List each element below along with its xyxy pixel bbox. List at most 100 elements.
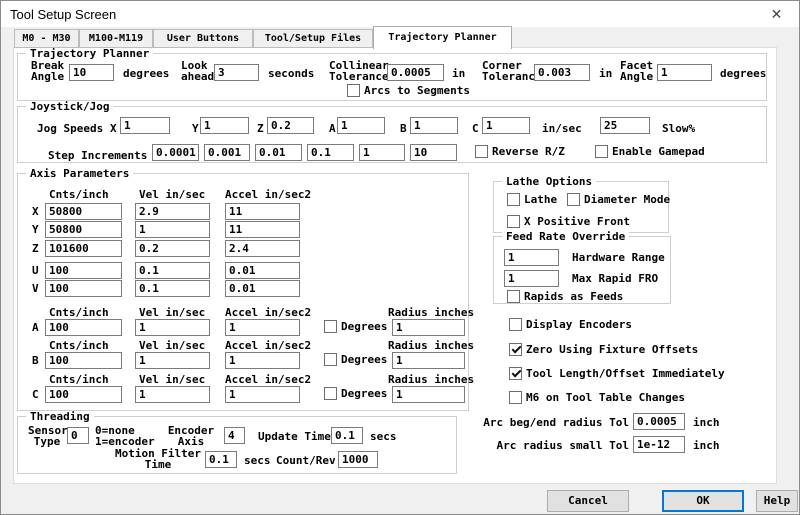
c-degrees-row: Degrees [324,387,387,400]
collinear-tolerance-label: Collinear Tolerance [329,59,389,83]
display-encoders-checkbox[interactable] [509,318,522,331]
x-accel-input[interactable] [225,203,300,220]
b-accel-input[interactable] [225,352,300,369]
encoder-axis-input[interactable] [224,427,245,444]
c-degrees-label: Degrees [341,387,388,400]
u-cnts-input[interactable] [45,262,122,279]
y-accel-input[interactable] [225,221,300,238]
x-cnts-input[interactable] [45,203,122,220]
u-accel-input[interactable] [225,262,300,279]
b-cnts-input[interactable] [45,352,122,369]
y-cnts-input[interactable] [45,221,122,238]
corner-tolerance-unit: in [599,67,613,80]
arc-beg-end-radius-tol-unit: inch [693,416,720,429]
jog-speed-c-input[interactable] [482,117,530,134]
enable-gamepad-checkbox[interactable] [595,145,608,158]
tool-length-offset-immediately-row: Tool Length/Offset Immediately [509,367,725,380]
zero-using-fixture-offsets-checkbox[interactable] [509,343,522,356]
look-ahead-input[interactable] [214,64,259,81]
c-vel-input[interactable] [135,386,210,403]
arc-radius-small-tol-input[interactable] [633,436,685,453]
jog-axis-y-label: Y [192,122,199,135]
reverse-rz-checkbox[interactable] [475,145,488,158]
max-rapid-fro-input[interactable] [504,270,559,287]
tab-trajectory-planner[interactable]: Trajectory Planner [373,26,512,49]
step-increment-2-input[interactable] [204,144,250,161]
v-cnts-input[interactable] [45,280,122,297]
z-cnts-input[interactable] [45,240,122,257]
motion-filter-time-input[interactable] [205,451,237,468]
a-accel-header: Accel in/sec2 [225,306,312,319]
sensor-type-input[interactable] [67,427,89,444]
tool-length-offset-immediately-checkbox[interactable] [509,367,522,380]
step-increment-3-input[interactable] [255,144,302,161]
jog-speed-y-input[interactable] [200,117,249,134]
diameter-mode-label: Diameter Mode [584,193,671,206]
a-degrees-checkbox[interactable] [324,320,337,333]
a-vel-input[interactable] [135,319,210,336]
break-angle-input[interactable] [69,64,114,81]
slow-percent-input[interactable] [600,117,650,134]
display-encoders-row: Display Encoders [509,318,632,331]
window-title: Tool Setup Screen [10,7,117,22]
step-increments-label: Step Increments [48,149,148,162]
tab-user-buttons[interactable]: User Buttons [153,29,253,48]
c-cnts-header: Cnts/inch [49,373,109,386]
jog-speed-a-input[interactable] [337,117,385,134]
c-degrees-checkbox[interactable] [324,387,337,400]
help-button[interactable]: Help [756,490,798,512]
arc-beg-end-radius-tol-input[interactable] [633,413,685,430]
hardware-range-input[interactable] [504,249,559,266]
z-accel-input[interactable] [225,240,300,257]
lathe-checkbox[interactable] [507,193,520,206]
a-radius-input[interactable] [392,319,465,336]
tab-m100-m119[interactable]: M100-M119 [79,29,153,48]
facet-angle-label: Facet Angle [620,59,654,83]
y-vel-input[interactable] [135,221,210,238]
x-vel-input[interactable] [135,203,210,220]
a-cnts-input[interactable] [45,319,122,336]
facet-angle-input[interactable] [657,64,712,81]
a-accel-input[interactable] [225,319,300,336]
step-increment-4-input[interactable] [307,144,354,161]
c-radius-input[interactable] [392,386,465,403]
jog-speed-x-input[interactable] [120,117,170,134]
tab-tool-setup-files[interactable]: Tool/Setup Files [253,29,373,48]
collinear-tolerance-input[interactable] [387,64,444,81]
m6-on-tool-table-changes-checkbox[interactable] [509,391,522,404]
update-time-input[interactable] [331,427,363,444]
axis-u-label: U [32,264,39,277]
step-increment-1-input[interactable] [152,144,199,161]
x-positive-front-checkbox[interactable] [507,215,520,228]
b-radius-input[interactable] [392,352,465,369]
u-vel-input[interactable] [135,262,210,279]
feed-rate-override-group: Feed Rate Override Hardware Range Max Ra… [493,231,671,304]
v-accel-input[interactable] [225,280,300,297]
diameter-mode-checkbox[interactable] [567,193,580,206]
jog-axis-c-label: C [472,122,479,135]
step-increment-6-input[interactable] [410,144,457,161]
arcs-to-segments-checkbox[interactable] [347,84,360,97]
v-vel-input[interactable] [135,280,210,297]
jog-speed-z-input[interactable] [267,117,314,134]
b-degrees-checkbox[interactable] [324,353,337,366]
look-ahead-label: Look ahead [181,59,215,83]
z-vel-input[interactable] [135,240,210,257]
rapids-as-feeds-row: Rapids as Feeds [507,290,623,303]
count-rev-input[interactable] [338,451,378,468]
c-accel-input[interactable] [225,386,300,403]
close-button[interactable]: ✕ [754,1,799,27]
jog-axis-a-label: A [329,122,336,135]
slow-percent-label: Slow% [662,122,696,135]
b-vel-input[interactable] [135,352,210,369]
cancel-button[interactable]: Cancel [547,490,629,512]
tab-m0-m30[interactable]: M0 - M30 [14,29,79,48]
jog-speed-b-input[interactable] [410,117,458,134]
corner-tolerance-input[interactable] [534,64,590,81]
trajectory-planner-group: Trajectory Planner Break Angle degrees L… [17,48,767,101]
step-increment-5-input[interactable] [359,144,405,161]
axis-parameters-group: Axis Parameters Cnts/inch Vel in/sec Acc… [17,168,474,411]
rapids-as-feeds-checkbox[interactable] [507,290,520,303]
c-cnts-input[interactable] [45,386,122,403]
ok-button[interactable]: OK [662,490,744,512]
